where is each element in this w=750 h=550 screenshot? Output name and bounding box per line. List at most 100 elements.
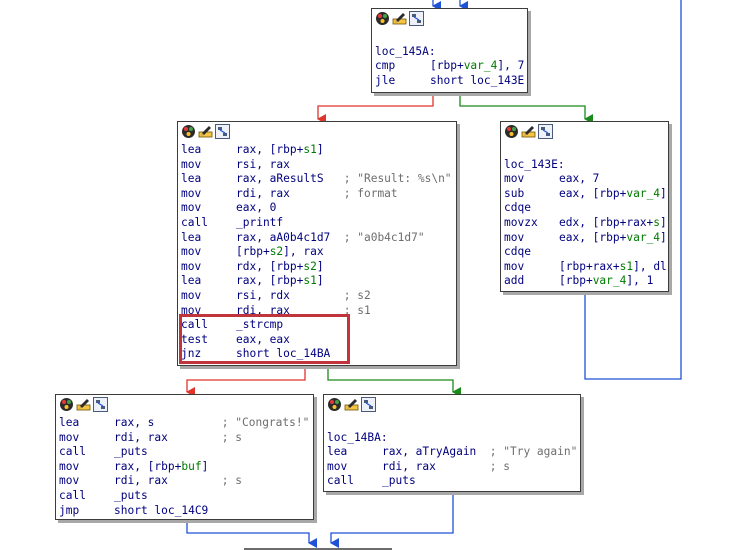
operand: ] (316, 259, 324, 273)
instruction-line[interactable]: mov rdx, [rbp+s2] (181, 260, 456, 275)
instruction-line[interactable]: mov rax, [rbp+buf] (59, 460, 313, 475)
mnemonic: jmp (59, 503, 80, 517)
instruction-line[interactable]: mov eax, [rbp+var_4] (504, 231, 668, 246)
color-palette-icon[interactable] (181, 124, 196, 139)
color-palette-icon[interactable] (504, 124, 519, 139)
block-loc-143e[interactable]: loc_143E: mov eax, 7 sub eax, [rbp+var_4] cdq… (500, 121, 669, 292)
mnemonic: lea (181, 274, 202, 288)
operand: rdi, rax (382, 459, 436, 473)
operand: ], dl (633, 259, 667, 273)
instruction-line[interactable]: lea rax, [rbp+s1] (181, 143, 456, 158)
mnemonic: lea (59, 416, 80, 429)
operand: _printf (236, 215, 284, 229)
graph-overview-icon[interactable] (215, 124, 230, 139)
operand: _puts (114, 488, 148, 502)
instruction-line[interactable]: lea rax, [rbp+s1] (181, 274, 456, 289)
instruction-line[interactable]: mov eax, 7 (504, 172, 668, 187)
graph-overview-icon[interactable] (409, 11, 424, 26)
mnemonic: jle (375, 73, 396, 87)
edge-14BA-out (330, 492, 454, 548)
node-toolbar (501, 122, 668, 141)
instruction-line[interactable]: mov rsi, rax (181, 158, 456, 173)
comment: ; "a0b4c1d7" (330, 230, 425, 244)
rename-node-icon[interactable] (76, 397, 91, 412)
strcmp-highlight-box (179, 314, 350, 364)
instruction-line[interactable]: movzx edx, [rbp+rax+s] (504, 216, 668, 231)
node-toolbar (178, 122, 456, 141)
operand: ] (201, 459, 209, 473)
instruction-line[interactable]: mov [rbp+rax+s1], dl (504, 260, 668, 275)
operand: [rbp+ (430, 59, 464, 73)
instruction-line[interactable]: mov eax, 0 (181, 201, 456, 216)
operand: rax, aA0b4c1d7 (236, 230, 331, 244)
instruction-line[interactable]: jle short loc_143E (375, 74, 527, 89)
graph-overview-icon[interactable] (361, 397, 376, 412)
rename-node-icon[interactable] (521, 124, 536, 139)
instruction-line[interactable]: mov rdi, rax ; format (181, 187, 456, 202)
instruction-line[interactable]: mov [rbp+s2], rax (181, 245, 456, 260)
rename-node-icon[interactable] (392, 11, 407, 26)
mnemonic: add (504, 274, 525, 288)
instruction-line[interactable]: cdqe (504, 245, 668, 260)
instruction-line[interactable]: lea rax, aResultS ; "Result: %s\n" (181, 172, 456, 187)
color-palette-icon[interactable] (59, 397, 74, 412)
mnemonic: call (59, 445, 86, 459)
operand: ], rax (283, 245, 324, 259)
comment: ; "Congrats!" (154, 416, 310, 429)
mnemonic: lea (181, 143, 202, 156)
instruction-line[interactable]: lea rax, s ; "Congrats!" (59, 416, 313, 431)
operand: _puts (114, 445, 148, 459)
operand: rsi, rdx (236, 288, 290, 302)
mnemonic: call (181, 215, 208, 229)
block-loc-14ba[interactable]: loc_14BA: lea rax, aTryAgain ; "Try again"… (323, 394, 581, 492)
rename-node-icon[interactable] (198, 124, 213, 139)
instruction-line[interactable]: lea rax, aTryAgain ; "Try again" (327, 445, 580, 460)
mnemonic: sub (504, 186, 525, 200)
stack-variable: s2 (303, 259, 317, 273)
block-body: loc_14BA: lea rax, aTryAgain ; "Try again"… (324, 414, 580, 491)
graph-overview-icon[interactable] (538, 124, 553, 139)
graph-overview-icon[interactable] (93, 397, 108, 412)
comment: ; "Result: %s\n" (323, 172, 452, 186)
instruction-line[interactable]: call _puts (59, 445, 313, 460)
operand: rax, [rbp+ (236, 143, 304, 156)
instruction-line[interactable]: cdqe (504, 201, 668, 216)
operand: rdx, [rbp+ (236, 259, 304, 273)
instruction-line[interactable]: mov rdi, rax ; s (327, 460, 580, 475)
operand: rdi, rax (236, 186, 290, 200)
instruction-line[interactable]: jmp short loc_14C9 (59, 504, 313, 519)
operand: [rbp+rax+ (559, 259, 620, 273)
edge-true-14BA (327, 366, 461, 397)
operand: rsi, rax (236, 157, 290, 171)
instruction-line[interactable]: call _puts (327, 474, 580, 489)
instruction-line[interactable]: mov rdi, rax ; s (59, 474, 313, 489)
operand: rax, [rbp+ (236, 274, 304, 288)
instruction-line[interactable]: mov rsi, rdx ; s2 (181, 289, 456, 304)
instruction-line[interactable]: call _printf (181, 216, 456, 231)
stack-variable: var_4 (592, 274, 627, 288)
comment: ; format (289, 186, 398, 200)
mnemonic: mov (504, 230, 525, 244)
color-palette-icon[interactable] (375, 11, 390, 26)
block-congrats[interactable]: lea rax, s ; "Congrats!" mov rdi, rax ; s ca… (55, 394, 314, 520)
block-body: loc_143E: mov eax, 7 sub eax, [rbp+var_4] cdq… (501, 141, 668, 291)
rename-node-icon[interactable] (344, 397, 359, 412)
mnemonic: cdqe (504, 201, 531, 215)
instruction-line[interactable]: lea rax, aA0b4c1d7 ; "a0b4c1d7" (181, 231, 456, 246)
mnemonic: movzx (504, 215, 538, 229)
block-loc-145a[interactable]: loc_145A: cmp [rbp+var_4], 7 jle short loc_1… (371, 8, 528, 93)
color-palette-icon[interactable] (327, 397, 342, 412)
instruction-line[interactable]: sub eax, [rbp+var_4] (504, 187, 668, 202)
stack-variable: s1 (303, 274, 317, 288)
stack-variable: s1 (303, 143, 317, 156)
operand: rdi, rax (114, 474, 168, 488)
instruction-line[interactable]: call _puts (59, 489, 313, 504)
instruction-line[interactable]: add [rbp+var_4], 1 (504, 274, 668, 289)
mnemonic: mov (181, 186, 202, 200)
operand: [rbp+ (559, 274, 593, 288)
instruction-line[interactable]: mov rdi, rax ; s (59, 431, 313, 446)
operand: ] (316, 274, 324, 288)
instruction-line[interactable]: cmp [rbp+var_4], 7 (375, 59, 527, 74)
